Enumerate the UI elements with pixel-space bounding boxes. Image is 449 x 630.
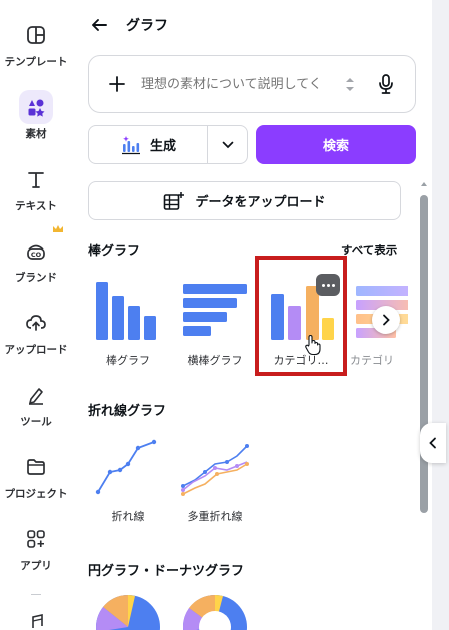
chart-tile-bar[interactable]: 棒グラフ — [88, 276, 168, 368]
elements-icon — [19, 90, 53, 124]
brand-icon: CO — [19, 234, 53, 268]
search-button[interactable]: 検索 — [256, 125, 416, 164]
prompt-input[interactable] — [141, 76, 331, 92]
chevron-right-icon — [383, 314, 390, 326]
chart-tile-horizontal-bar[interactable]: 横棒グラフ — [175, 276, 255, 368]
rail-item-text[interactable]: テキスト — [0, 162, 72, 213]
rail-label: プロジェクト — [4, 488, 68, 500]
rail-item-projects[interactable]: プロジェクト — [0, 450, 72, 501]
panel-header: グラフ — [88, 14, 168, 36]
page-title: グラフ — [126, 18, 168, 34]
rail-label: ブランド — [15, 272, 57, 284]
ai-chart-icon — [121, 135, 140, 154]
see-all-link[interactable]: すべて表示 — [341, 242, 397, 258]
section-title-pie: 円グラフ・ドーナツグラフ — [88, 564, 245, 579]
svg-text:CO: CO — [31, 251, 42, 259]
section-title-line: 折れ線グラフ — [88, 404, 167, 419]
pie-chart-thumbnail[interactable] — [95, 594, 161, 630]
multi-line-thumbnail — [175, 432, 255, 504]
carousel-next-button[interactable] — [372, 306, 400, 334]
rail-item-templates[interactable]: テンプレート — [0, 18, 72, 69]
tile-label: 横棒グラフ — [187, 354, 243, 367]
scrollbar-thumb[interactable] — [420, 195, 428, 513]
chevron-down-icon — [222, 141, 233, 148]
hand-cursor-icon — [305, 334, 321, 356]
stepper-icon[interactable] — [345, 77, 355, 92]
text-icon — [19, 162, 53, 196]
cloud-upload-icon — [19, 306, 53, 340]
plus-icon[interactable] — [107, 74, 127, 94]
apps-grid-icon — [19, 522, 53, 556]
generate-options-dropdown[interactable] — [207, 126, 247, 163]
tile-label: 多重折れ線 — [187, 510, 243, 523]
rail-label: アプリ — [20, 560, 52, 572]
rail-label: ツール — [20, 416, 52, 428]
tile-label: 折れ線 — [111, 510, 145, 523]
chevron-left-icon — [429, 437, 436, 449]
back-arrow-icon[interactable] — [88, 14, 110, 36]
generate-button[interactable]: 生成 — [89, 126, 207, 163]
rail-label: テンプレート — [4, 56, 68, 68]
chart-tile-multi-line[interactable]: 多重折れ線 — [175, 432, 255, 524]
rail-item-elements[interactable]: 素材 — [0, 90, 72, 141]
graph-panel: グラフ 生成 検索 データをアップロード 棒グラフ すべて表示 棒グラフ — [72, 0, 420, 630]
rail-label: テキスト — [15, 200, 57, 212]
microphone-icon[interactable] — [377, 73, 395, 95]
rail-item-apps[interactable]: アプリ — [0, 522, 72, 573]
crown-icon — [53, 225, 63, 232]
tile-label: 棒グラフ — [106, 354, 150, 367]
generate-split-button: 生成 — [88, 125, 248, 164]
rail-item-uploads[interactable]: アップロード — [0, 306, 72, 357]
rail-item-brand[interactable]: CO ブランド — [0, 234, 72, 285]
upload-data-label: データをアップロード — [195, 195, 326, 210]
table-add-icon — [164, 191, 185, 210]
prompt-box[interactable] — [88, 55, 416, 113]
upload-data-button[interactable]: データをアップロード — [88, 181, 401, 220]
section-title-bar: 棒グラフ — [88, 244, 141, 259]
rail-item-tools[interactable]: ツール — [0, 378, 72, 429]
more-options-button[interactable] — [316, 274, 340, 296]
pen-tool-icon — [19, 378, 53, 412]
rail-divider — [31, 594, 41, 595]
folder-icon — [19, 450, 53, 484]
tile-label: カテゴリ — [350, 354, 394, 367]
side-rail: テンプレート 素材 テキスト CO ブランド アップロード ツール プロジェクト… — [0, 0, 72, 630]
rail-label: アップロード — [4, 344, 68, 356]
line-chart-thumbnail — [88, 432, 168, 504]
template-icon — [19, 18, 53, 52]
music-icon[interactable] — [28, 612, 46, 630]
donut-chart-thumbnail[interactable] — [182, 594, 248, 630]
bar-chart-thumbnail — [88, 276, 168, 348]
rail-label: 素材 — [25, 128, 47, 140]
canvas-edge — [432, 0, 449, 630]
collapse-panel-button[interactable] — [420, 423, 446, 463]
scroll-up-arrow-icon[interactable] — [420, 180, 428, 188]
generate-label: 生成 — [149, 139, 176, 154]
chart-tile-line[interactable]: 折れ線 — [88, 432, 168, 524]
horizontal-bar-thumbnail — [175, 276, 255, 348]
